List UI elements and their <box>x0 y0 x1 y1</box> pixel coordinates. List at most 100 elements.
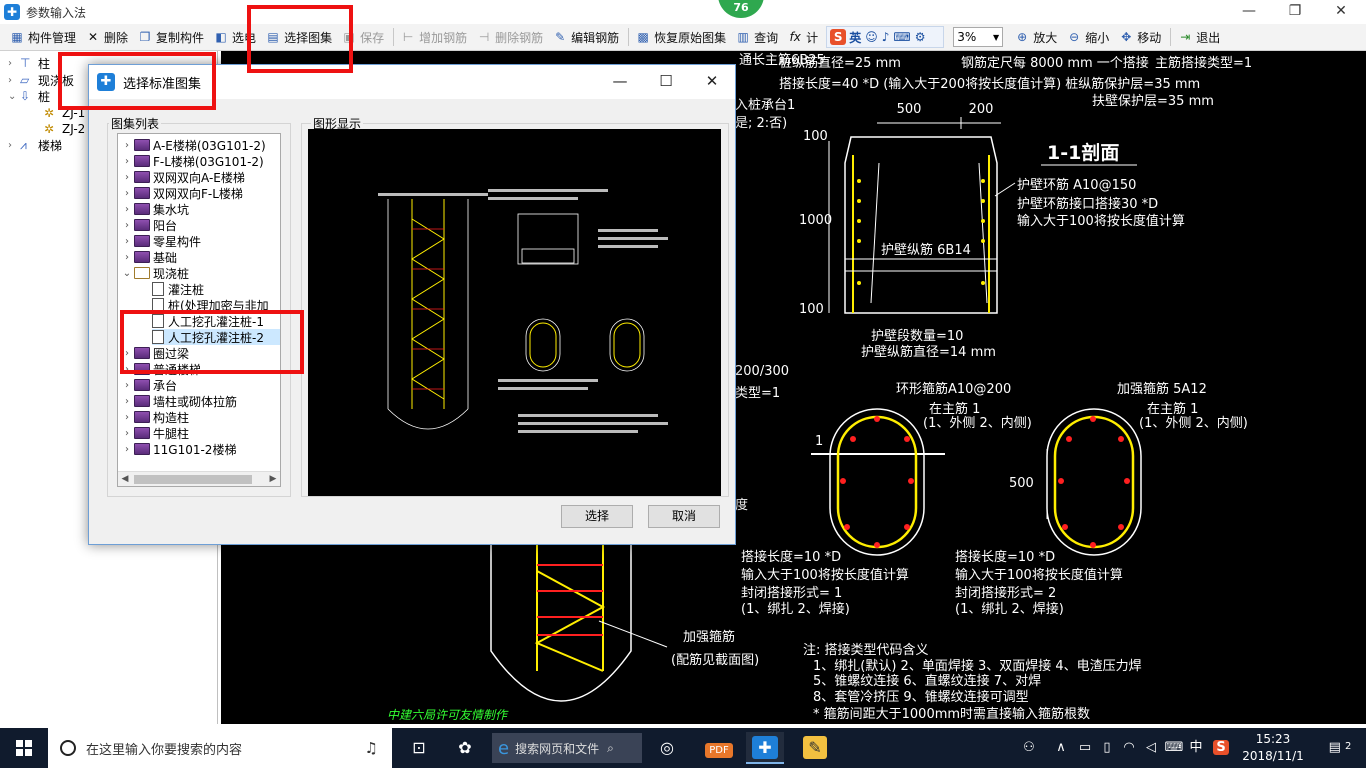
ime-toolbar[interactable]: S 英 ☺ ♪ ⌨ ⚙ <box>826 26 945 48</box>
zoom-select[interactable]: 3% ▼ <box>953 27 1004 47</box>
svg-text:封闭搭接形式= 1: 封闭搭接形式= 1 <box>741 585 842 601</box>
restore-atlas-button[interactable]: ▩ 恢复原始图集 <box>632 26 729 48</box>
chevron-right-icon: › <box>125 155 129 167</box>
zoom-out-button[interactable]: ⊖ 缩小 <box>1063 26 1112 48</box>
zoom-out-icon: ⊖ <box>1069 30 1080 44</box>
cad-text: 主筋搭接类型=1 <box>1155 55 1252 71</box>
scroll-left-icon[interactable]: ◀ <box>118 472 132 486</box>
task-view-icon[interactable]: ⊡ <box>400 732 438 764</box>
tree-item-balcony[interactable]: › 阳台 <box>120 217 177 233</box>
sogou-tray-icon[interactable]: S <box>1210 728 1232 768</box>
battery-icon[interactable]: ▯ <box>1096 728 1118 768</box>
close-button[interactable]: ✕ <box>1318 0 1364 24</box>
book-icon <box>134 219 150 231</box>
dialog-close-button[interactable]: ✕ <box>689 65 735 99</box>
dialog-minimize-button[interactable]: — <box>597 65 643 99</box>
tree-item-stair-f-l[interactable]: › F-L楼梯(03G101-2) <box>120 153 264 169</box>
minimize-button[interactable]: — <box>1226 0 1272 24</box>
zoom-in-button[interactable]: ⊕ 放大 <box>1011 26 1060 48</box>
tree-item-cast-pile[interactable]: ⌄ 现浇桩 <box>120 265 189 281</box>
pick-icon: ◧ <box>215 30 227 44</box>
edit-rebar-button[interactable]: ✎ 编辑钢筋 <box>549 26 622 48</box>
tree-item-foundation[interactable]: › 基础 <box>120 249 177 265</box>
taskbar: 在这里输入你要搜索的内容 ♫ ⊡ ✿ e 搜索网页和文件 ⌕ ◎ PDF ✚ ✎… <box>0 728 1366 768</box>
svg-text:搭接长度=10 *D: 搭接长度=10 *D <box>955 549 1055 565</box>
tree-horizontal-scrollbar[interactable]: ◀ ▶ <box>118 471 280 486</box>
tree-item-double-net-f-l[interactable]: › 双网双向F-L楼梯 <box>120 185 243 201</box>
skin-icon: ⚙ <box>914 30 926 44</box>
cad-text: 钢筋定尺每 8000 mm 一个搭接 <box>961 55 1149 71</box>
search-icon: ⌕ <box>607 740 614 755</box>
tree-item-double-net-a-e[interactable]: › 双网双向A-E楼梯 <box>120 169 245 185</box>
people-icon[interactable]: ⚇ <box>1016 728 1042 768</box>
restore-button[interactable]: ❐ <box>1272 0 1318 24</box>
toolbar-separator <box>628 28 630 46</box>
svg-text:200/300: 200/300 <box>735 364 789 379</box>
tree-item-11g101-stair[interactable]: › 11G101-2楼梯 <box>120 441 236 457</box>
tree-item-column[interactable]: › ⊤ 柱 <box>8 55 50 71</box>
dialog-maximize-button[interactable]: ☐ <box>643 65 689 99</box>
tree-item-pile[interactable]: ⌄ ⇩ 桩 <box>8 88 50 104</box>
device-icon[interactable]: ▭ <box>1074 728 1096 768</box>
delete-rebar-button[interactable]: ⊣ 删除钢筋 <box>473 26 546 48</box>
chevron-right-icon: › <box>125 443 129 455</box>
volume-icon[interactable]: ◁ <box>1140 728 1162 768</box>
tree-item-pile-cap[interactable]: › 承台 <box>120 377 177 393</box>
notes-app-icon[interactable]: ✎ <box>796 732 834 764</box>
cancel-button[interactable]: 取消 <box>648 505 720 528</box>
calc-button[interactable]: fx 计 <box>784 26 821 48</box>
tree-item-stairs[interactable]: › ⩘ 楼梯 <box>8 137 62 153</box>
notification-badge[interactable]: 76 <box>718 0 764 18</box>
copy-component-button[interactable]: ❐ 复制构件 <box>134 26 207 48</box>
tree-item-sump[interactable]: › 集水坑 <box>120 201 189 217</box>
pile-icon: ⇩ <box>20 89 31 103</box>
notification-center[interactable]: ▤ 2 <box>1320 728 1360 768</box>
component-manage-button[interactable]: ▦ 构件管理 <box>6 26 79 48</box>
exit-button[interactable]: ⇥ 退出 <box>1174 26 1223 48</box>
tree-item-corbel-column[interactable]: › 牛腿柱 <box>120 425 189 441</box>
add-rebar-button[interactable]: ⊢ 增加钢筋 <box>397 26 470 48</box>
chevron-right-icon: › <box>125 251 129 263</box>
tree-item-zj2[interactable]: ✲ ZJ-2 <box>44 121 85 137</box>
cad-text: 扶壁保护层=35 mm <box>1092 94 1214 109</box>
scroll-right-icon[interactable]: ▶ <box>266 472 280 486</box>
book-icon <box>134 171 150 183</box>
pile-elevation: 加强箍筋 (配筋见截面图) <box>490 545 759 702</box>
pdf-app-icon[interactable]: PDF <box>700 732 738 764</box>
wifi-icon[interactable]: ◠ <box>1118 728 1140 768</box>
browser-icon[interactable]: ◎ <box>648 732 686 764</box>
cad-text: 入桩承台1 <box>735 98 795 113</box>
select-button[interactable]: 选择 <box>561 505 633 528</box>
emoji-icon: ☺ <box>865 30 878 44</box>
move-button[interactable]: ✥ 移动 <box>1115 26 1164 48</box>
app-title: 参数输入法 <box>26 5 87 20</box>
tree-item-misc[interactable]: › 零星构件 <box>120 233 201 249</box>
taskbar-clock[interactable]: 15:23 2018/11/1 <box>1240 731 1306 765</box>
svg-text:护壁纵筋直径=14 mm: 护壁纵筋直径=14 mm <box>861 344 996 360</box>
svg-text:输入大于100将按长度值计算: 输入大于100将按长度值计算 <box>955 567 1123 583</box>
svg-text:输入大于100将按长度值计算: 输入大于100将按长度值计算 <box>1017 213 1185 229</box>
scroll-thumb[interactable] <box>134 475 252 484</box>
ime-indicator[interactable]: 中 <box>1186 728 1206 768</box>
query-button[interactable]: ▥ 查询 <box>732 26 781 48</box>
tray-chevron-icon[interactable]: ∧ <box>1052 728 1070 768</box>
rebar-app-icon[interactable]: ✚ <box>746 732 784 764</box>
chevron-down-icon: ▼ <box>993 32 1000 42</box>
browser-search-box[interactable]: e 搜索网页和文件 ⌕ <box>492 733 642 763</box>
tree-item-wall-tie[interactable]: › 墙柱或砌体拉筋 <box>120 393 237 409</box>
chevron-right-icon: › <box>125 187 129 199</box>
delete-button[interactable]: ✕ 删除 <box>82 26 131 48</box>
sogou-icon: S <box>830 29 847 45</box>
tree-item-bored-pile[interactable]: 灌注桩 <box>152 281 204 297</box>
svg-text:在主筋 1: 在主筋 1 <box>1147 401 1198 417</box>
tree-item-stair-a-e[interactable]: › A-E楼梯(03G101-2) <box>120 137 266 153</box>
taskbar-search[interactable]: 在这里输入你要搜索的内容 ♫ <box>48 728 392 768</box>
start-button[interactable] <box>0 728 48 768</box>
preview-drawing <box>378 189 668 433</box>
svg-text:输入大于100将按长度值计算: 输入大于100将按长度值计算 <box>741 567 909 583</box>
app-pinwheel-icon[interactable]: ✿ <box>446 732 484 764</box>
tree-item-tie-column[interactable]: › 构造柱 <box>120 409 189 425</box>
keyboard-icon[interactable]: ⌨ <box>1162 728 1186 768</box>
microphone-icon[interactable]: ♫ <box>365 739 378 757</box>
svg-text:(配筋见截面图): (配筋见截面图) <box>671 652 759 668</box>
